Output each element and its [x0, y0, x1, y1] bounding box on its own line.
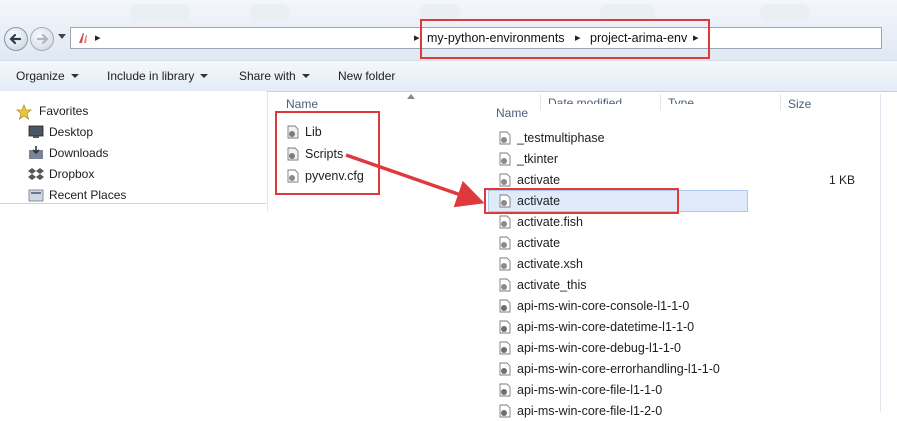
annotation-arrow-icon [345, 153, 485, 208]
